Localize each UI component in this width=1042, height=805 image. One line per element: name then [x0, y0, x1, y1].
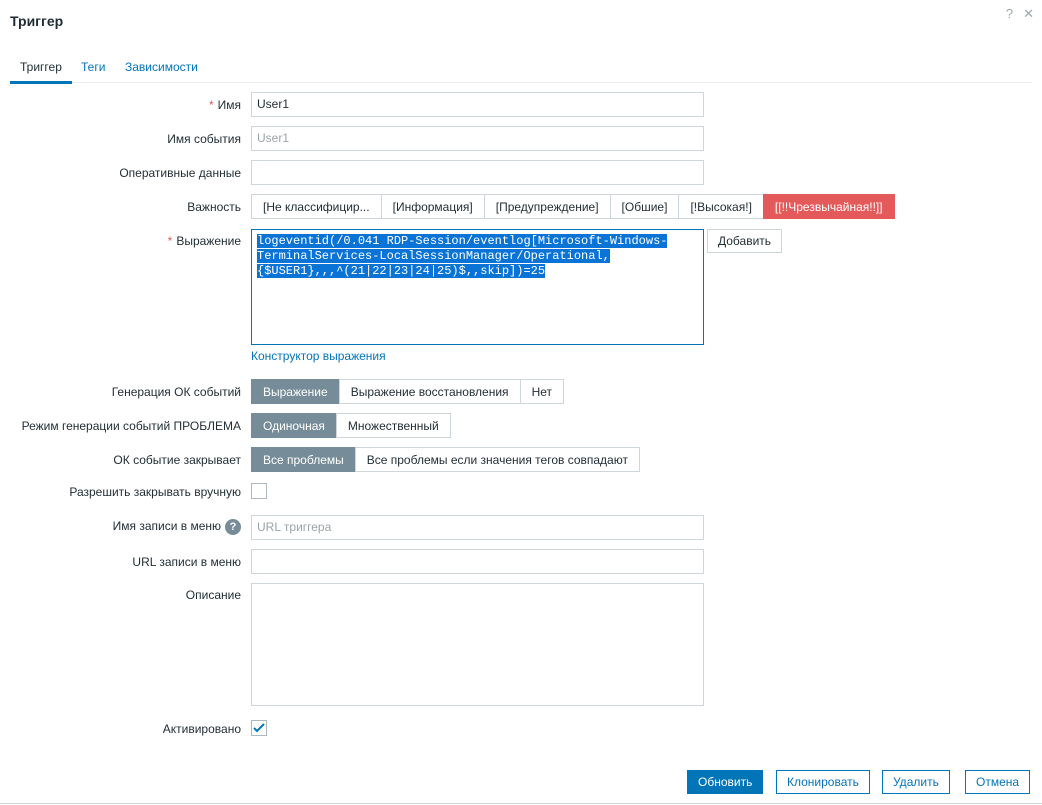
dialog-title: Триггер: [10, 13, 64, 29]
ok-gen-recovery[interactable]: Выражение восстановления: [338, 379, 521, 404]
tab-trigger[interactable]: Триггер: [10, 60, 72, 84]
menu-url-input[interactable]: [251, 549, 704, 574]
severity-not-classified[interactable]: [Не классифицир...: [251, 194, 382, 219]
opdata-label: Оперативные данные: [119, 166, 241, 180]
menu-name-label: Имя записи в меню: [112, 519, 221, 534]
footer-divider: [0, 803, 1042, 804]
ok-gen-expression[interactable]: Выражение: [251, 379, 340, 404]
severity-average[interactable]: [Обшие]: [609, 194, 680, 219]
enabled-checkbox[interactable]: [251, 720, 267, 736]
clone-button[interactable]: Клонировать: [776, 770, 870, 794]
required-mark: *: [167, 234, 173, 248]
expression-constructor-link[interactable]: Конструктор выражения: [251, 349, 386, 363]
severity-information[interactable]: [Информация]: [380, 194, 485, 219]
severity-warning[interactable]: [Предупреждение]: [483, 194, 611, 219]
ok-closes-all[interactable]: Все проблемы: [251, 447, 356, 472]
severity-selector: [Не классифицир... [Информация] [Предупр…: [251, 194, 895, 219]
required-mark: *: [208, 98, 214, 112]
expression-textarea[interactable]: logeventid(/0.041 RDP-Session/eventlog[M…: [251, 229, 704, 345]
close-icon[interactable]: ✕: [1023, 6, 1034, 21]
expression-label: Выражение: [176, 234, 241, 248]
opdata-input[interactable]: [251, 160, 704, 185]
manual-close-label: Разрешить закрывать вручную: [69, 485, 241, 499]
problem-mode-multiple[interactable]: Множественный: [335, 413, 451, 438]
severity-label: Важность: [187, 200, 241, 214]
menu-url-label: URL записи в меню: [132, 555, 241, 569]
delete-button[interactable]: Удалить: [882, 770, 950, 794]
ok-closes-label: ОК событие закрывает: [113, 453, 241, 467]
ok-gen-selector: Выражение Выражение восстановления Нет: [251, 379, 564, 404]
ok-gen-label: Генерация ОК событий: [111, 385, 241, 399]
problem-mode-single[interactable]: Одиночная: [251, 413, 337, 438]
name-input[interactable]: User1: [251, 92, 704, 117]
ok-gen-none[interactable]: Нет: [519, 379, 564, 404]
check-icon: [253, 723, 265, 733]
severity-high[interactable]: [!Высокая!]: [678, 194, 764, 219]
help-icon[interactable]: ?: [225, 519, 241, 535]
ok-closes-selector: Все проблемы Все проблемы если значения …: [251, 447, 640, 472]
description-label: Описание: [185, 588, 241, 602]
tab-dependencies[interactable]: Зависимости: [125, 60, 198, 74]
cancel-button[interactable]: Отмена: [965, 770, 1031, 794]
help-icon[interactable]: ?: [1006, 6, 1013, 21]
problem-mode-label: Режим генерации событий ПРОБЛЕМА: [21, 419, 241, 433]
tab-bar: Триггер Теги Зависимости: [10, 56, 1032, 84]
description-textarea[interactable]: [251, 583, 704, 706]
problem-mode-selector: Одиночная Множественный: [251, 413, 451, 438]
name-label: Имя: [217, 98, 241, 112]
add-expression-button[interactable]: Добавить: [707, 229, 783, 253]
ok-closes-tag-match[interactable]: Все проблемы если значения тегов совпада…: [354, 447, 640, 472]
enabled-label: Активировано: [162, 722, 241, 736]
event-name-label: Имя события: [167, 132, 241, 146]
event-name-input[interactable]: User1: [251, 126, 704, 151]
menu-name-input[interactable]: URL триггера: [251, 515, 704, 540]
tab-tags[interactable]: Теги: [81, 60, 105, 74]
manual-close-checkbox[interactable]: [251, 483, 267, 499]
severity-disaster[interactable]: [[!!Чрезвычайная!!]]: [762, 194, 895, 219]
update-button[interactable]: Обновить: [687, 770, 764, 794]
